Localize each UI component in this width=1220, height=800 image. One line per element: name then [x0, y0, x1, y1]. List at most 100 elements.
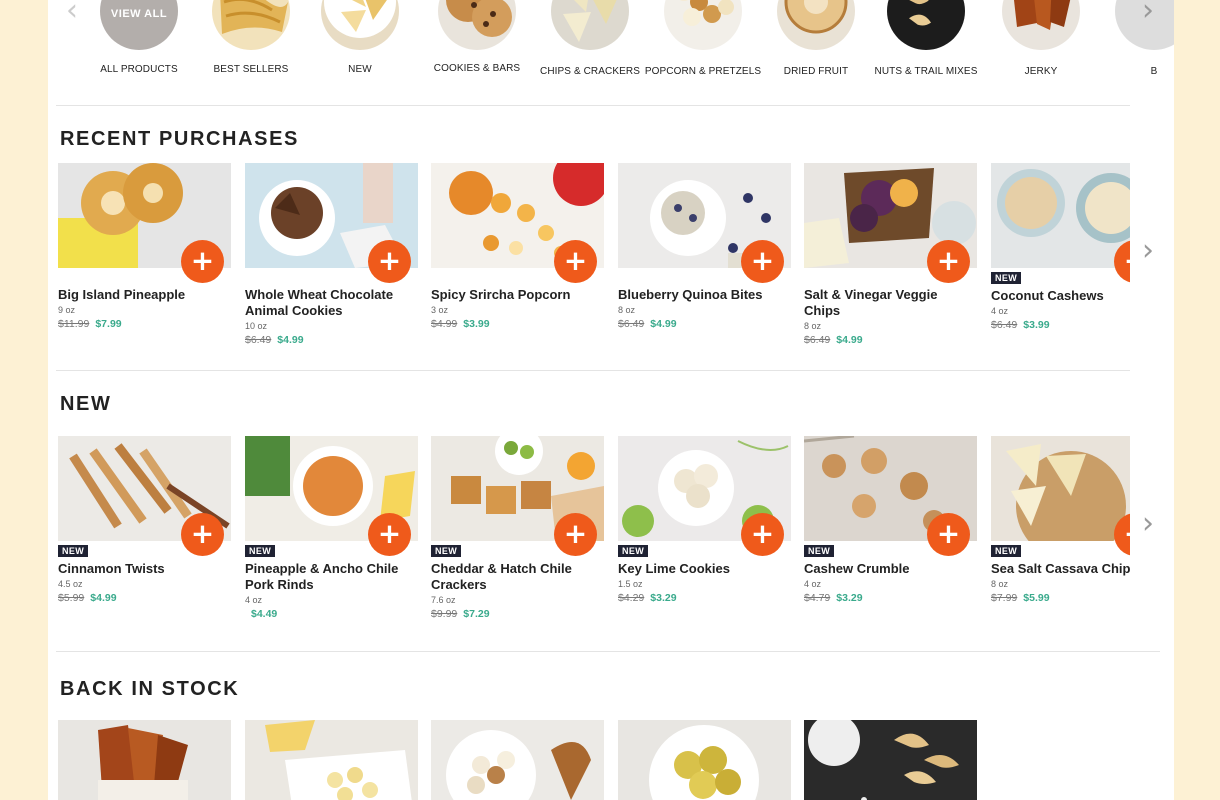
add-to-cart-button[interactable]: +: [181, 513, 224, 556]
product-card[interactable]: + Spicy Srircha Popcorn 3 oz $4.99 $3.99: [431, 163, 604, 330]
product-price: $11.99 $7.99: [58, 318, 122, 330]
product-card[interactable]: + Big Island Pineapple 9 oz $11.99 $7.99: [58, 163, 231, 330]
add-to-cart-button[interactable]: +: [554, 513, 597, 556]
category-jerky[interactable]: JERKY: [981, 0, 1101, 77]
add-to-cart-button[interactable]: +: [368, 513, 411, 556]
category-label: POPCORN & PRETZELS: [644, 66, 762, 77]
chips-bowl-icon: [321, 0, 399, 50]
chevron-right-icon[interactable]: ›: [1142, 0, 1154, 26]
category-all-products[interactable]: VIEW ALL ALL PRODUCTS: [79, 0, 199, 75]
product-card[interactable]: + NEW Coconut Cashews 4 oz $6.49$3.99: [991, 163, 1130, 331]
product-name[interactable]: Cheddar & Hatch Chile Crackers: [431, 561, 604, 593]
product-image[interactable]: [804, 720, 977, 800]
product-name[interactable]: Whole Wheat Chocolate Animal Cookies: [245, 287, 418, 319]
product-size: 3 oz: [431, 305, 449, 315]
product-image[interactable]: [431, 720, 604, 800]
category-new[interactable]: NEW: [300, 0, 420, 75]
add-to-cart-button[interactable]: +: [368, 240, 411, 283]
product-card[interactable]: + NEW Key Lime Cookies 1.5 oz $4.29 $3.29: [618, 436, 791, 604]
recent-purchases-row: + Big Island Pineapple 9 oz $11.99 $7.99 …: [58, 163, 1130, 363]
category-label: NEW: [348, 64, 372, 75]
product-size: 8 oz: [991, 579, 1009, 589]
product-name[interactable]: Blueberry Quinoa Bites: [618, 287, 791, 303]
category-popcorn-pretzels[interactable]: POPCORN & PRETZELS: [643, 0, 763, 77]
category-label: CHIPS & CRACKERS: [540, 66, 640, 77]
product-price: $6.49 $4.99: [804, 334, 863, 346]
product-size: 4 oz: [991, 306, 1009, 316]
product-card[interactable]: + NEW Pineapple & Ancho Chile Pork Rinds…: [245, 436, 418, 620]
product-name[interactable]: Spicy Srircha Popcorn: [431, 287, 604, 303]
product-card[interactable]: [431, 720, 604, 800]
product-card[interactable]: [618, 720, 791, 800]
product-price: $4.99 $3.99: [431, 318, 490, 330]
product-price: $9.99 $7.29: [431, 608, 490, 620]
product-price: $5.99 $4.99: [58, 592, 117, 604]
category-chips-crackers[interactable]: CHIPS & CRACKERS: [530, 0, 650, 77]
add-to-cart-button[interactable]: +: [181, 240, 224, 283]
section-title-recent: RECENT PURCHASES: [60, 128, 299, 150]
category-nuts-trail-mixes[interactable]: NUTS & TRAIL MIXES: [866, 0, 986, 77]
product-name[interactable]: Key Lime Cookies: [618, 561, 791, 577]
chevron-left-icon[interactable]: ‹: [66, 0, 78, 26]
product-card[interactable]: + NEW Cashew Crumble 4 oz $4.79 $3.29: [804, 436, 977, 604]
store-panel: ‹ VIEW ALL ALL PRODUCTS BEST SELLERS NEW…: [48, 0, 1174, 800]
popcorn-icon: [664, 0, 742, 50]
new-badge: NEW: [431, 545, 462, 557]
category-carousel: ‹ VIEW ALL ALL PRODUCTS BEST SELLERS NEW…: [48, 0, 1174, 106]
product-card[interactable]: + Whole Wheat Chocolate Animal Cookies 1…: [245, 163, 418, 346]
new-badge: NEW: [58, 545, 89, 557]
product-name[interactable]: Cinnamon Twists: [58, 561, 231, 577]
product-image[interactable]: [991, 163, 1130, 268]
product-price: $4.49: [251, 608, 278, 620]
category-partial[interactable]: B: [1094, 0, 1174, 77]
view-all-circle[interactable]: VIEW ALL: [100, 0, 178, 50]
product-name[interactable]: Pineapple & Ancho Chile Pork Rinds: [245, 561, 418, 593]
product-name[interactable]: Cashew Crumble: [804, 561, 977, 577]
product-size: 4 oz: [804, 579, 822, 589]
product-card[interactable]: + Salt & Vinegar Veggie Chips 8 oz $6.49…: [804, 163, 977, 346]
product-card[interactable]: [245, 720, 418, 800]
category-cookies-bars[interactable]: COOKIES & BARS: [417, 0, 537, 74]
category-best-sellers[interactable]: BEST SELLERS: [191, 0, 311, 75]
category-label: COOKIES & BARS: [433, 63, 521, 74]
category-label: DRIED FRUIT: [783, 66, 849, 77]
product-size: 10 oz: [245, 321, 268, 331]
chevron-right-icon[interactable]: ›: [1142, 509, 1154, 539]
pasta-chips-icon: [212, 0, 290, 50]
add-to-cart-button[interactable]: +: [741, 513, 784, 556]
product-card[interactable]: + NEW Cheddar & Hatch Chile Crackers 7.6…: [431, 436, 604, 620]
product-card[interactable]: + Blueberry Quinoa Bites 8 oz $6.49 $4.99: [618, 163, 791, 330]
add-to-cart-button[interactable]: +: [927, 240, 970, 283]
category-dried-fruit[interactable]: DRIED FRUIT: [756, 0, 876, 77]
product-price: $6.49 $4.99: [245, 334, 304, 346]
chevron-right-icon[interactable]: ›: [1142, 236, 1154, 266]
product-name[interactable]: Sea Salt Cassava Chips: [991, 561, 1130, 577]
product-size: 1.5 oz: [618, 579, 643, 589]
category-label: B: [1150, 66, 1158, 77]
product-image[interactable]: [991, 436, 1130, 541]
add-to-cart-button[interactable]: +: [741, 240, 784, 283]
product-price: $4.79 $3.29: [804, 592, 863, 604]
product-price: $7.99 $5.99: [991, 592, 1050, 604]
product-image[interactable]: [245, 720, 418, 800]
product-size: 7.6 oz: [431, 595, 456, 605]
product-card[interactable]: + NEW Cinnamon Twists 4.5 oz $5.99 $4.99: [58, 436, 231, 604]
product-name[interactable]: Coconut Cashews: [991, 288, 1130, 304]
add-to-cart-button[interactable]: +: [554, 240, 597, 283]
dried-apple-icon: [777, 0, 855, 50]
product-card[interactable]: [804, 720, 977, 800]
cookies-icon: [438, 0, 516, 50]
product-size: 4.5 oz: [58, 579, 83, 589]
product-card[interactable]: [58, 720, 231, 800]
product-name[interactable]: Salt & Vinegar Veggie Chips: [804, 287, 977, 319]
product-image[interactable]: [58, 720, 231, 800]
product-image[interactable]: [618, 720, 791, 800]
back-in-stock-row: [58, 720, 1130, 800]
product-size: 4 oz: [245, 595, 263, 605]
product-price: $4.29 $3.29: [618, 592, 677, 604]
product-name[interactable]: Big Island Pineapple: [58, 287, 231, 303]
add-to-cart-button[interactable]: +: [927, 513, 970, 556]
section-title-back-in-stock: BACK IN STOCK: [60, 678, 240, 700]
section-title-new: NEW: [60, 393, 112, 415]
product-card[interactable]: + NEW Sea Salt Cassava Chips 8 oz $7.99$…: [991, 436, 1130, 604]
